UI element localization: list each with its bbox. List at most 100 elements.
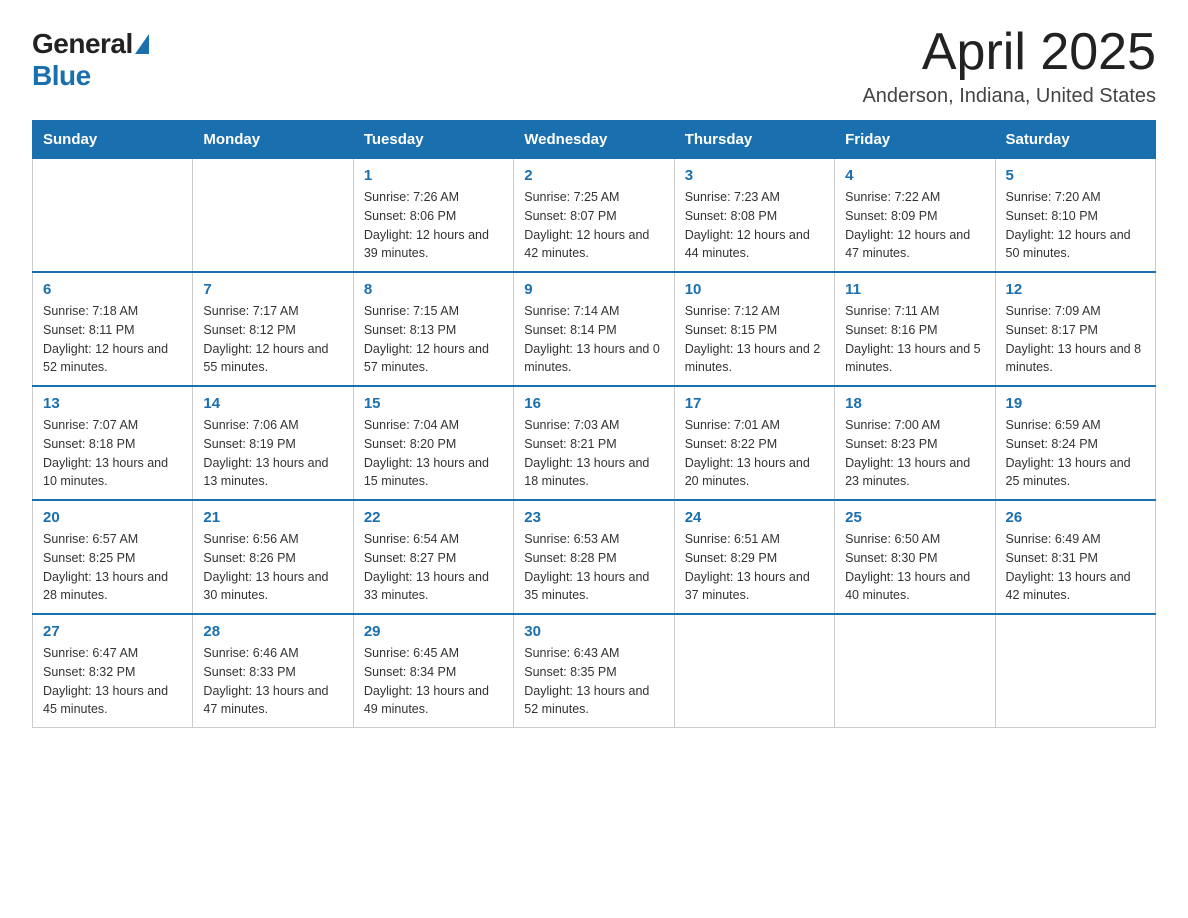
calendar-cell: 10 Sunrise: 7:12 AM Sunset: 8:15 PM Dayli… [674,272,834,386]
calendar-title: April 2025 [862,24,1156,81]
calendar-cell: 24 Sunrise: 6:51 AM Sunset: 8:29 PM Dayli… [674,500,834,614]
day-number: 18 [845,395,984,412]
day-info: Sunrise: 7:04 AM Sunset: 8:20 PM Dayligh… [364,416,503,491]
day-number: 2 [524,167,663,184]
day-number: 4 [845,167,984,184]
day-info: Sunrise: 7:06 AM Sunset: 8:19 PM Dayligh… [203,416,342,491]
day-number: 6 [43,281,182,298]
calendar-cell: 19 Sunrise: 6:59 AM Sunset: 8:24 PM Dayli… [995,386,1155,500]
day-number: 1 [364,167,503,184]
calendar-cell: 18 Sunrise: 7:00 AM Sunset: 8:23 PM Dayli… [835,386,995,500]
day-number: 10 [685,281,824,298]
calendar-week-row: 13 Sunrise: 7:07 AM Sunset: 8:18 PM Dayli… [33,386,1156,500]
calendar-cell: 12 Sunrise: 7:09 AM Sunset: 8:17 PM Dayli… [995,272,1155,386]
calendar-cell: 4 Sunrise: 7:22 AM Sunset: 8:09 PM Daylig… [835,159,995,273]
weekday-header-wednesday: Wednesday [514,121,674,159]
logo-triangle-icon [135,34,149,54]
logo: General Blue [32,28,149,92]
weekday-header-tuesday: Tuesday [353,121,513,159]
weekday-header-sunday: Sunday [33,121,193,159]
calendar-week-row: 27 Sunrise: 6:47 AM Sunset: 8:32 PM Dayli… [33,614,1156,728]
calendar-cell [193,159,353,273]
calendar-cell [995,614,1155,728]
day-number: 21 [203,509,342,526]
calendar-cell: 29 Sunrise: 6:45 AM Sunset: 8:34 PM Dayli… [353,614,513,728]
day-number: 23 [524,509,663,526]
page-header: General Blue April 2025 Anderson, Indian… [32,24,1156,108]
day-info: Sunrise: 6:51 AM Sunset: 8:29 PM Dayligh… [685,530,824,605]
day-number: 17 [685,395,824,412]
day-number: 12 [1006,281,1145,298]
day-number: 28 [203,623,342,640]
calendar-week-row: 20Sunrise: 6:57 AM Sunset: 8:25 PM Dayli… [33,500,1156,614]
logo-blue-text: Blue [32,60,91,92]
weekday-header-thursday: Thursday [674,121,834,159]
calendar-cell: 3Sunrise: 7:23 AM Sunset: 8:08 PM Daylig… [674,159,834,273]
calendar-cell: 1 Sunrise: 7:26 AM Sunset: 8:06 PM Daylig… [353,159,513,273]
logo-general-text: General [32,28,133,60]
day-info: Sunrise: 6:53 AM Sunset: 8:28 PM Dayligh… [524,530,663,605]
calendar-week-row: 6 Sunrise: 7:18 AM Sunset: 8:11 PM Daylig… [33,272,1156,386]
calendar-cell: 6 Sunrise: 7:18 AM Sunset: 8:11 PM Daylig… [33,272,193,386]
day-info: Sunrise: 7:17 AM Sunset: 8:12 PM Dayligh… [203,302,342,377]
calendar-cell: 25 Sunrise: 6:50 AM Sunset: 8:30 PM Dayli… [835,500,995,614]
day-info: Sunrise: 6:50 AM Sunset: 8:30 PM Dayligh… [845,530,984,605]
day-info: Sunrise: 7:14 AM Sunset: 8:14 PM Dayligh… [524,302,663,377]
weekday-header-monday: Monday [193,121,353,159]
calendar-location: Anderson, Indiana, United States [862,85,1156,108]
calendar-cell [33,159,193,273]
calendar-cell: 5 Sunrise: 7:20 AM Sunset: 8:10 PM Daylig… [995,159,1155,273]
day-number: 26 [1006,509,1145,526]
weekday-header-friday: Friday [835,121,995,159]
calendar-cell: 17 Sunrise: 7:01 AM Sunset: 8:22 PM Dayli… [674,386,834,500]
day-number: 16 [524,395,663,412]
calendar-cell: 11Sunrise: 7:11 AM Sunset: 8:16 PM Dayli… [835,272,995,386]
calendar-cell: 23 Sunrise: 6:53 AM Sunset: 8:28 PM Dayli… [514,500,674,614]
day-info: Sunrise: 7:01 AM Sunset: 8:22 PM Dayligh… [685,416,824,491]
day-number: 25 [845,509,984,526]
calendar-cell: 15Sunrise: 7:04 AM Sunset: 8:20 PM Dayli… [353,386,513,500]
day-info: Sunrise: 7:07 AM Sunset: 8:18 PM Dayligh… [43,416,182,491]
calendar-cell [835,614,995,728]
day-info: Sunrise: 7:03 AM Sunset: 8:21 PM Dayligh… [524,416,663,491]
day-info: Sunrise: 6:45 AM Sunset: 8:34 PM Dayligh… [364,644,503,719]
day-info: Sunrise: 7:22 AM Sunset: 8:09 PM Dayligh… [845,188,984,263]
day-number: 19 [1006,395,1145,412]
day-info: Sunrise: 6:59 AM Sunset: 8:24 PM Dayligh… [1006,416,1145,491]
calendar-cell [674,614,834,728]
calendar-cell: 28 Sunrise: 6:46 AM Sunset: 8:33 PM Dayli… [193,614,353,728]
calendar-cell: 20Sunrise: 6:57 AM Sunset: 8:25 PM Dayli… [33,500,193,614]
calendar-cell: 26Sunrise: 6:49 AM Sunset: 8:31 PM Dayli… [995,500,1155,614]
day-info: Sunrise: 7:15 AM Sunset: 8:13 PM Dayligh… [364,302,503,377]
calendar-table: SundayMondayTuesdayWednesdayThursdayFrid… [32,120,1156,728]
calendar-cell: 14Sunrise: 7:06 AM Sunset: 8:19 PM Dayli… [193,386,353,500]
day-info: Sunrise: 6:54 AM Sunset: 8:27 PM Dayligh… [364,530,503,605]
calendar-week-row: 1 Sunrise: 7:26 AM Sunset: 8:06 PM Daylig… [33,159,1156,273]
day-info: Sunrise: 6:47 AM Sunset: 8:32 PM Dayligh… [43,644,182,719]
day-info: Sunrise: 7:25 AM Sunset: 8:07 PM Dayligh… [524,188,663,263]
day-info: Sunrise: 7:23 AM Sunset: 8:08 PM Dayligh… [685,188,824,263]
day-info: Sunrise: 7:20 AM Sunset: 8:10 PM Dayligh… [1006,188,1145,263]
day-number: 13 [43,395,182,412]
day-info: Sunrise: 7:09 AM Sunset: 8:17 PM Dayligh… [1006,302,1145,377]
day-number: 22 [364,509,503,526]
day-info: Sunrise: 6:56 AM Sunset: 8:26 PM Dayligh… [203,530,342,605]
calendar-cell: 21 Sunrise: 6:56 AM Sunset: 8:26 PM Dayli… [193,500,353,614]
day-number: 27 [43,623,182,640]
calendar-cell: 8 Sunrise: 7:15 AM Sunset: 8:13 PM Daylig… [353,272,513,386]
day-number: 5 [1006,167,1145,184]
calendar-cell: 13 Sunrise: 7:07 AM Sunset: 8:18 PM Dayli… [33,386,193,500]
day-info: Sunrise: 6:57 AM Sunset: 8:25 PM Dayligh… [43,530,182,605]
day-number: 9 [524,281,663,298]
weekday-header-saturday: Saturday [995,121,1155,159]
day-number: 29 [364,623,503,640]
title-block: April 2025 Anderson, Indiana, United Sta… [862,24,1156,108]
day-info: Sunrise: 6:43 AM Sunset: 8:35 PM Dayligh… [524,644,663,719]
day-info: Sunrise: 7:18 AM Sunset: 8:11 PM Dayligh… [43,302,182,377]
day-info: Sunrise: 6:46 AM Sunset: 8:33 PM Dayligh… [203,644,342,719]
day-info: Sunrise: 7:12 AM Sunset: 8:15 PM Dayligh… [685,302,824,377]
day-number: 24 [685,509,824,526]
day-info: Sunrise: 7:26 AM Sunset: 8:06 PM Dayligh… [364,188,503,263]
day-info: Sunrise: 7:00 AM Sunset: 8:23 PM Dayligh… [845,416,984,491]
day-number: 8 [364,281,503,298]
